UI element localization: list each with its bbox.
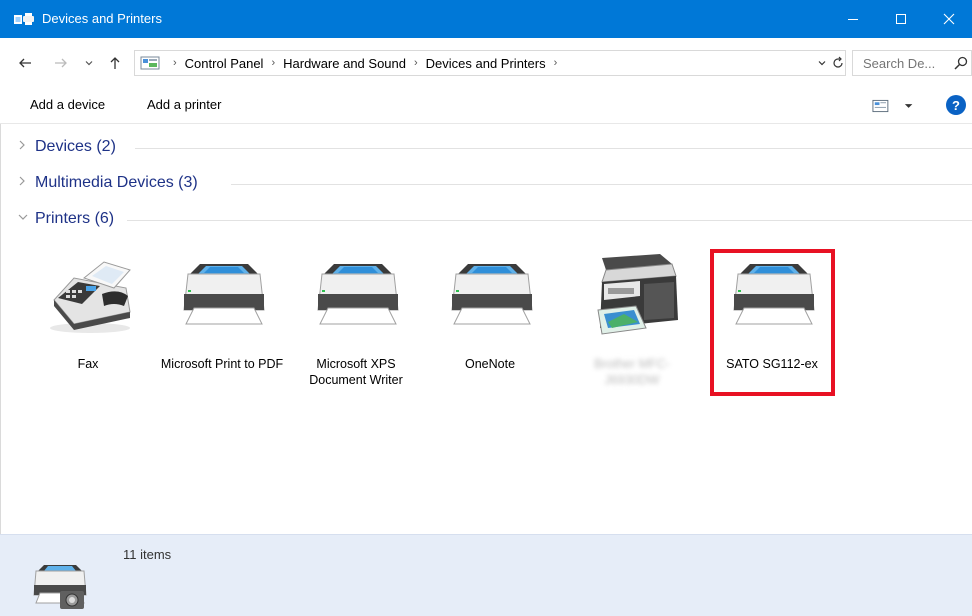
control-panel-icon [140,56,160,70]
breadcrumb-devices-and-printers[interactable]: Devices and Printers [426,56,546,71]
printer-name: Fax [77,357,99,371]
minimize-icon [848,19,858,20]
arrow-up-icon [110,57,120,69]
chevron-right-icon [17,174,31,190]
help-button[interactable]: ? [946,95,966,115]
details-pane: 11 items [0,534,972,616]
back-button[interactable] [14,52,36,74]
selection-highlight-box [710,249,835,396]
close-button[interactable] [926,0,972,38]
printer-icon [451,264,533,325]
search-icon[interactable] [953,55,969,71]
window-title: Devices and Printers [42,11,162,26]
search-box[interactable] [852,50,972,76]
group-multimedia-devices[interactable]: Multimedia Devices (3) [15,170,972,198]
address-history-button[interactable] [815,55,829,71]
maximize-icon [896,14,906,24]
group-divider [135,148,972,149]
address-bar[interactable]: › Control Panel › Hardware and Sound › D… [134,50,846,76]
group-printers[interactable]: Printers (6) [15,206,972,234]
recent-locations-button[interactable] [82,52,96,74]
add-device-button[interactable]: Add a device [30,97,105,112]
chevron-down-icon [904,104,913,108]
printer-name: Brother MFC-J6930DW [594,357,670,387]
navigation-bar: › Control Panel › Hardware and Sound › D… [0,38,972,88]
up-button[interactable] [104,52,126,74]
chevron-down-icon [85,61,93,66]
arrow-right-icon [55,58,67,68]
chevron-down-icon [17,210,31,226]
breadcrumb-control-panel[interactable]: Control Panel [185,56,264,71]
printer-name: OneNote [464,357,516,371]
breadcrumb: › Control Panel › Hardware and Sound › D… [165,51,565,75]
group-divider [127,220,972,221]
printer-item-onenote[interactable]: OneNote [428,244,552,398]
group-devices[interactable]: Devices (2) [15,134,972,162]
group-title: Multimedia Devices (3) [35,174,208,192]
view-options-icon [872,99,889,113]
search-input[interactable] [863,54,951,72]
title-bar: Devices and Printers [0,0,972,38]
breadcrumb-separator[interactable]: › [271,57,275,69]
close-icon [943,13,955,25]
group-divider [231,184,972,185]
minimize-button[interactable] [830,0,876,38]
maximize-button[interactable] [878,0,924,38]
arrow-left-icon [19,58,31,68]
add-printer-button[interactable]: Add a printer [147,97,221,112]
printer-name: Microsoft Print to PDF [160,357,284,371]
item-count: 11 items [123,547,172,562]
printer-item-microsoft-xps-document-writer[interactable]: Microsoft XPS Document Writer [294,244,418,398]
devices-printers-app-icon [14,13,34,25]
chevron-down-icon [818,61,826,66]
fax-icon [50,261,131,333]
chevron-right-icon [17,138,31,154]
printer-camera-icon [33,565,87,609]
group-title: Devices (2) [35,138,126,156]
forward-button[interactable] [50,52,72,74]
breadcrumb-separator[interactable]: › [414,57,418,69]
breadcrumb-separator: › [173,57,177,69]
refresh-icon [833,56,843,68]
printer-icon [183,264,265,325]
refresh-button[interactable] [829,53,847,73]
change-view-button[interactable] [872,97,914,115]
printer-name: Microsoft XPS Document Writer [309,357,403,387]
breadcrumb-separator[interactable]: › [554,57,558,69]
printer-item-microsoft-print-to-pdf[interactable]: Microsoft Print to PDF [160,244,284,398]
group-title: Printers (6) [35,210,125,228]
command-bar: Add a device Add a printer ? [0,88,972,124]
breadcrumb-hardware-and-sound[interactable]: Hardware and Sound [283,56,406,71]
printer-item-fax[interactable]: Fax [26,244,150,398]
printer-icon [317,264,399,325]
mfp-printer-icon [597,254,678,335]
printer-item-multifunction[interactable]: Brother MFC-J6930DW [570,244,694,398]
